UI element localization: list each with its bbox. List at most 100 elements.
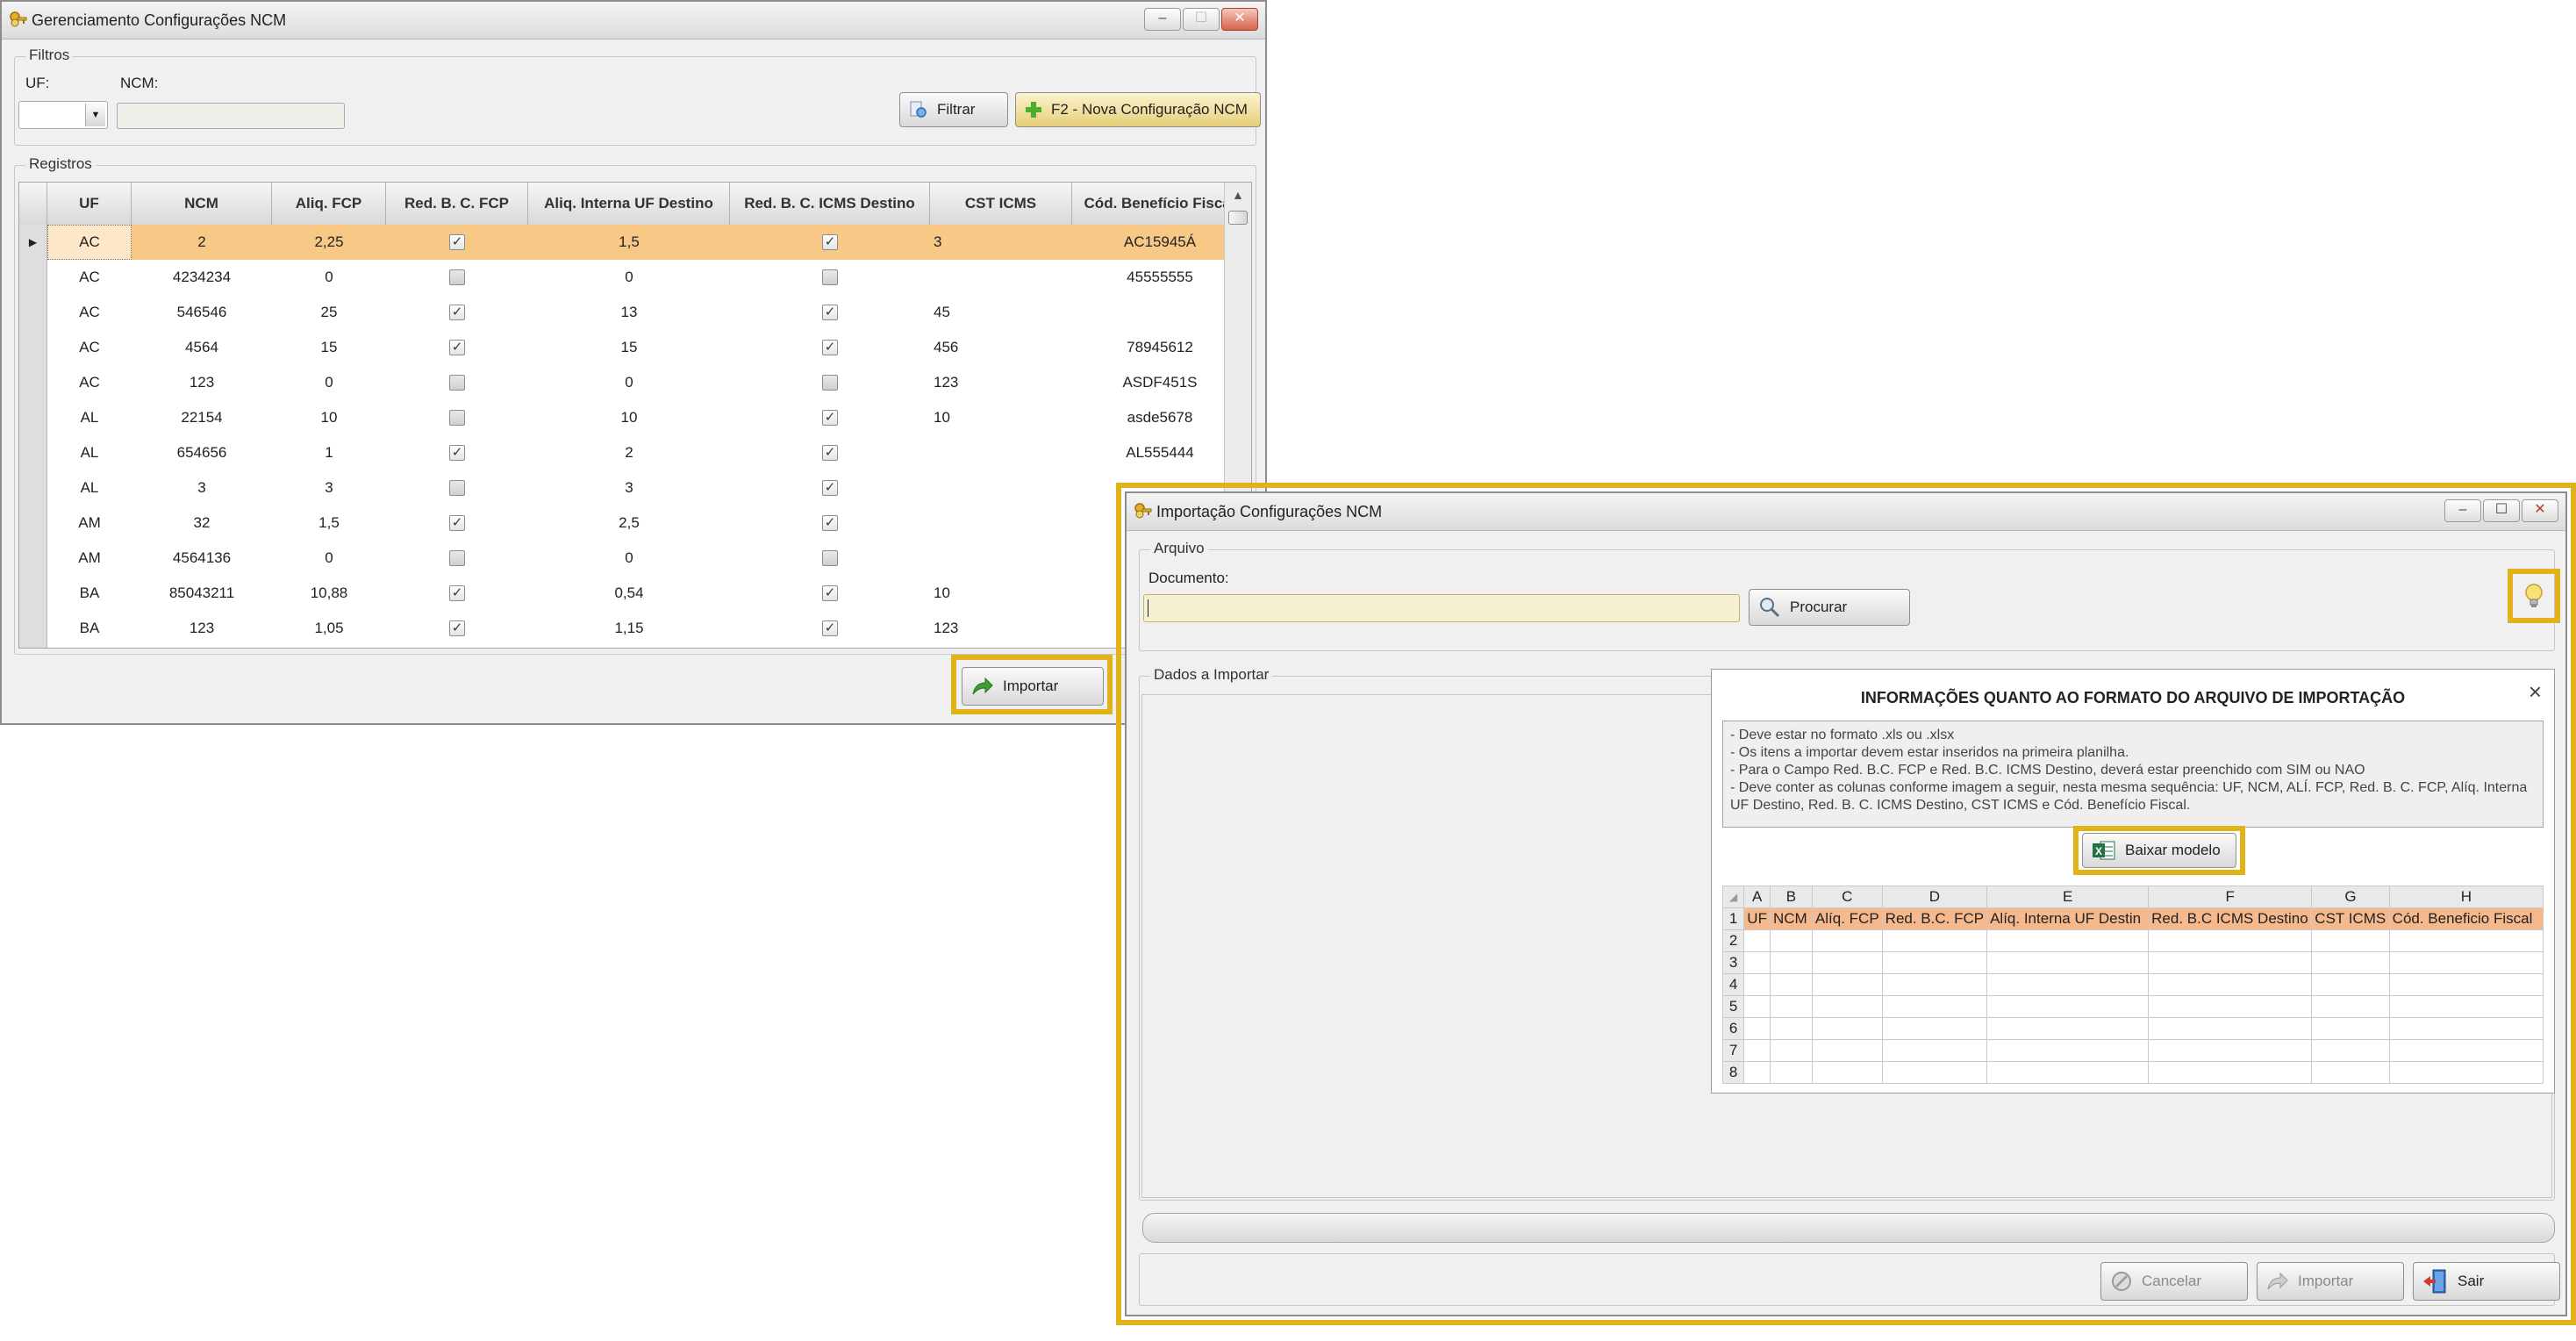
table-cell[interactable]: ✓ — [386, 435, 528, 470]
column-header[interactable]: Red. B. C. ICMS Destino — [730, 183, 930, 225]
table-cell[interactable]: ASDF451S — [1072, 365, 1248, 400]
new-config-button[interactable]: F2 - Nova Configuração NCM — [1015, 92, 1261, 127]
table-cell[interactable]: AC — [47, 330, 132, 365]
table-cell[interactable] — [386, 400, 528, 435]
checkbox-checked[interactable]: ✓ — [822, 410, 838, 426]
table-cell[interactable]: AC — [47, 225, 132, 260]
table-cell[interactable]: 3 — [930, 225, 1072, 260]
table-cell[interactable]: ✓ — [730, 506, 930, 541]
table-cell[interactable] — [730, 365, 930, 400]
table-cell[interactable] — [930, 506, 1072, 541]
table-cell[interactable] — [930, 541, 1072, 576]
table-cell[interactable]: 0 — [272, 365, 386, 400]
table-cell[interactable]: 0 — [272, 260, 386, 295]
checkbox-checked[interactable]: ✓ — [822, 480, 838, 496]
row-selector[interactable] — [19, 611, 47, 646]
maximize-button[interactable]: ☐ — [2483, 499, 2520, 522]
table-cell[interactable]: 2 — [132, 225, 272, 260]
lightbulb-icon[interactable] — [2523, 583, 2544, 609]
table-row[interactable]: AL 22154 10 10 ✓ 10 asde5678 — [19, 400, 1248, 435]
table-cell[interactable]: ✓ — [730, 330, 930, 365]
main-titlebar[interactable]: Gerenciamento Configurações NCM – ☐ ✕ — [2, 2, 1265, 39]
table-cell[interactable]: 1 — [272, 435, 386, 470]
dropdown-arrow-icon[interactable]: ▼ — [85, 104, 105, 126]
checkbox-checked[interactable]: ✓ — [449, 234, 465, 250]
table-cell[interactable]: 10,88 — [272, 576, 386, 611]
checkbox-checked[interactable]: ✓ — [449, 515, 465, 531]
row-selector[interactable] — [19, 260, 47, 295]
table-cell[interactable]: 78945612 — [1072, 330, 1248, 365]
checkbox-checked[interactable]: ✓ — [449, 340, 465, 355]
table-cell[interactable] — [730, 260, 930, 295]
checkbox-checked[interactable]: ✓ — [822, 340, 838, 355]
checkbox-checked[interactable]: ✓ — [822, 585, 838, 601]
table-cell[interactable] — [386, 260, 528, 295]
table-cell[interactable]: 1,5 — [528, 225, 730, 260]
table-row[interactable]: ▶ AC 2 2,25 ✓ 1,5 ✓ 3 AC15945Á — [19, 225, 1248, 260]
table-cell[interactable]: ✓ — [386, 295, 528, 330]
row-selector[interactable] — [19, 295, 47, 330]
checkbox-checked[interactable]: ✓ — [822, 620, 838, 636]
row-selector[interactable] — [19, 365, 47, 400]
minimize-button[interactable]: – — [2444, 499, 2481, 522]
scroll-thumb[interactable] — [1228, 211, 1248, 225]
table-cell[interactable]: 13 — [528, 295, 730, 330]
row-selector[interactable] — [19, 506, 47, 541]
table-cell[interactable]: asde5678 — [1072, 400, 1248, 435]
checkbox-checked[interactable]: ✓ — [822, 234, 838, 250]
table-cell[interactable]: ✓ — [730, 295, 930, 330]
table-cell[interactable]: ✓ — [730, 400, 930, 435]
row-selector[interactable] — [19, 646, 47, 648]
table-cell[interactable]: 2,5 — [528, 506, 730, 541]
table-cell[interactable] — [730, 541, 930, 576]
table-cell[interactable]: 123 — [132, 365, 272, 400]
table-cell[interactable]: 123 — [132, 611, 272, 646]
minimize-button[interactable]: – — [1144, 8, 1181, 31]
cancel-button[interactable]: Cancelar — [2100, 1262, 2248, 1301]
table-cell[interactable]: 2 — [528, 435, 730, 470]
table-cell[interactable]: ✓ — [386, 225, 528, 260]
table-row[interactable]: AM 4564136 0 0 — [19, 541, 1248, 576]
table-cell[interactable]: ✓ — [386, 646, 528, 648]
table-cell[interactable]: 32 — [132, 506, 272, 541]
table-cell[interactable] — [386, 470, 528, 506]
row-selector[interactable] — [19, 330, 47, 365]
close-icon[interactable]: × — [2529, 678, 2542, 706]
table-cell[interactable]: 4564136 — [132, 541, 272, 576]
table-cell[interactable]: 5 — [930, 646, 1072, 648]
checkbox-checked[interactable]: ✓ — [449, 305, 465, 320]
table-cell[interactable]: 123 — [930, 611, 1072, 646]
table-cell[interactable]: AL — [47, 400, 132, 435]
import-button[interactable]: Importar — [2257, 1262, 2404, 1301]
checkbox-checked[interactable]: ✓ — [449, 445, 465, 461]
table-cell[interactable]: 0 — [528, 365, 730, 400]
table-cell[interactable]: ✓ — [386, 576, 528, 611]
checkbox-checked[interactable]: ✓ — [822, 515, 838, 531]
table-cell[interactable]: ✓ — [730, 225, 930, 260]
table-cell[interactable]: 0 — [528, 260, 730, 295]
table-cell[interactable]: ✓ — [386, 506, 528, 541]
table-cell[interactable]: ✓ — [730, 470, 930, 506]
table-cell[interactable]: 10 — [930, 576, 1072, 611]
table-row[interactable]: AC 4564 15 ✓ 15 ✓ 456 78945612 — [19, 330, 1248, 365]
column-header[interactable]: Cód. Benefício Fiscal — [1072, 183, 1248, 225]
column-header[interactable]: Aliq. Interna UF Destino — [528, 183, 730, 225]
table-row[interactable]: AL 3 3 3 ✓ — [19, 470, 1248, 506]
table-cell[interactable] — [1072, 295, 1248, 330]
table-cell[interactable]: 10 — [930, 400, 1072, 435]
checkbox-checked[interactable]: ✓ — [822, 445, 838, 461]
table-cell[interactable]: 0 — [272, 541, 386, 576]
table-cell[interactable]: 84732990 — [132, 646, 272, 648]
column-header[interactable]: CST ICMS — [930, 183, 1072, 225]
table-cell[interactable]: 1,05 — [272, 611, 386, 646]
uf-select[interactable]: ▼ — [18, 101, 108, 129]
scroll-up-icon[interactable]: ▲ — [1232, 188, 1244, 202]
table-cell[interactable]: ✓ — [730, 576, 930, 611]
table-cell[interactable]: ✓ — [730, 611, 930, 646]
table-cell[interactable]: AC15945Á — [1072, 225, 1248, 260]
close-button[interactable]: ✕ — [1221, 8, 1258, 31]
table-cell[interactable]: 25 — [272, 295, 386, 330]
row-selector[interactable] — [19, 470, 47, 506]
table-cell[interactable]: 456 — [930, 330, 1072, 365]
table-cell[interactable]: 0,2 — [528, 646, 730, 648]
